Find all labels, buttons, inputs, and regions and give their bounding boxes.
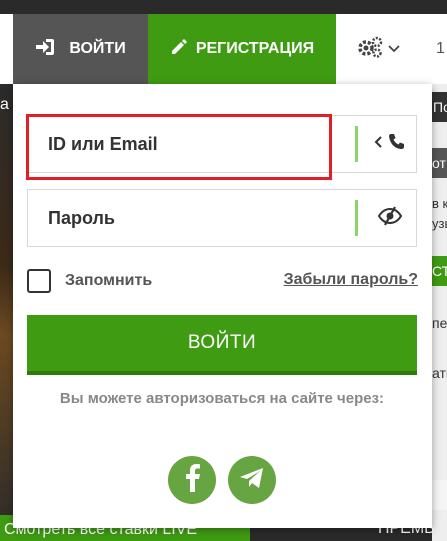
gears-icon — [356, 35, 384, 64]
register-button-label: РЕГИСТРАЦИЯ — [195, 40, 315, 57]
show-password-toggle[interactable] — [366, 190, 414, 246]
background-right-item: ать — [432, 365, 447, 381]
remember-checkbox[interactable] — [27, 269, 51, 293]
telegram-login-button[interactable] — [228, 456, 276, 504]
phone-login-toggle[interactable] — [366, 116, 414, 172]
background-right-item: По — [432, 92, 447, 122]
facebook-icon — [182, 463, 202, 497]
telegram-icon — [239, 467, 265, 494]
background-right-panel: По от в к узы СТ пе ать — [432, 84, 447, 541]
background-left-panel — [0, 84, 13, 541]
header-trailing-text: 1 — [436, 40, 445, 57]
forgot-password-link[interactable]: Забыли пароль? — [284, 271, 418, 289]
background-left-text: а — [0, 96, 9, 113]
id-email-input[interactable] — [28, 116, 348, 172]
eye-slash-icon — [377, 205, 403, 231]
submit-login-button[interactable]: ВОЙТИ — [27, 315, 417, 375]
background-right-item: в к узы — [432, 196, 447, 231]
sign-in-icon — [35, 38, 55, 61]
settings-menu[interactable] — [356, 36, 400, 62]
password-field — [27, 189, 417, 247]
field-divider — [355, 200, 358, 236]
id-email-field — [26, 114, 417, 180]
pencil-icon — [170, 38, 188, 61]
background-right-item: СТ — [432, 256, 447, 286]
field-divider — [355, 126, 358, 162]
remember-me[interactable]: Запомнить — [27, 269, 152, 293]
password-input[interactable] — [28, 190, 348, 246]
chevron-left-icon — [374, 135, 384, 154]
login-button[interactable]: ВОЙТИ — [13, 14, 148, 84]
background-right-item: пе — [432, 315, 447, 331]
phone-icon — [388, 133, 406, 156]
register-button[interactable]: РЕГИСТРАЦИЯ — [148, 14, 336, 84]
background-right-item: от — [432, 148, 447, 178]
login-dropdown: Запомнить Забыли пароль? ВОЙТИ Вы можете… — [13, 84, 432, 528]
top-strip — [0, 0, 447, 14]
background-right-item — [432, 480, 447, 510]
chevron-down-icon — [388, 40, 400, 58]
login-button-label: ВОЙТИ — [69, 40, 126, 57]
social-login-note: Вы можете авторизоваться на сайте через: — [59, 390, 385, 407]
facebook-login-button[interactable] — [168, 456, 216, 504]
remember-label: Запомнить — [65, 272, 153, 289]
